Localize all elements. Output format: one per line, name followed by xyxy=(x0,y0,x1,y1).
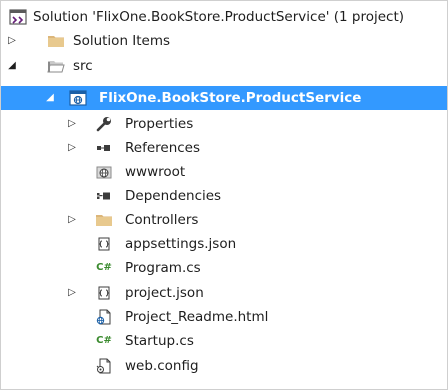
tree-item-label: References xyxy=(125,140,201,156)
expand-arrow-icon[interactable]: ▷ xyxy=(5,29,19,53)
config-file-icon xyxy=(95,357,113,375)
web-project-icon xyxy=(69,89,87,107)
tree-item-label: project.json xyxy=(125,285,204,301)
globe-icon xyxy=(95,163,113,181)
solution-explorer-tree: Solution 'FlixOne.BookStore.ProductServi… xyxy=(0,0,448,390)
csharp-file-icon: C# xyxy=(96,335,112,346)
folder-icon xyxy=(95,211,113,229)
solution-icon xyxy=(9,8,27,26)
expand-arrow-icon[interactable]: ▷ xyxy=(65,112,79,136)
tree-item-label: Dependencies xyxy=(125,188,222,204)
expand-arrow-icon[interactable]: ▷ xyxy=(65,136,79,160)
tree-item-src[interactable]: ◢ src xyxy=(1,54,447,78)
references-icon xyxy=(95,139,113,157)
tree-item-label: Startup.cs xyxy=(125,333,194,349)
tree-item-startup-cs[interactable]: C# Startup.cs xyxy=(1,329,447,353)
tree-item-label: wwwroot xyxy=(125,164,186,180)
tree-item-project-json[interactable]: ▷ project.json xyxy=(1,281,447,305)
tree-item-label: Project_Readme.html xyxy=(125,309,269,325)
tree-item-appsettings-json[interactable]: appsettings.json xyxy=(1,232,447,256)
tree-item-label: web.config xyxy=(125,358,199,374)
tree-item-label: Properties xyxy=(125,116,194,132)
expand-arrow-icon[interactable]: ▷ xyxy=(65,281,79,305)
expand-arrow-icon[interactable]: ▷ xyxy=(65,208,79,232)
tree-item-label: FlixOne.BookStore.ProductService xyxy=(99,90,362,106)
tree-item-label: src xyxy=(73,58,93,74)
collapse-arrow-icon[interactable]: ◢ xyxy=(43,86,57,110)
tree-item-properties[interactable]: ▷ Properties xyxy=(1,112,447,136)
tree-item-program-cs[interactable]: C# Program.cs xyxy=(1,256,447,280)
tree-item-project-readme-html[interactable]: Project_Readme.html xyxy=(1,305,447,329)
tree-item-wwwroot[interactable]: wwwroot xyxy=(1,160,447,184)
tree-item-solution-items[interactable]: ▷ Solution Items xyxy=(1,29,447,53)
folder-open-icon xyxy=(47,57,65,75)
csharp-file-icon: C# xyxy=(96,262,112,273)
tree-item-label: Solution Items xyxy=(73,33,171,49)
collapse-arrow-icon[interactable]: ◢ xyxy=(5,54,19,78)
json-file-icon xyxy=(95,284,113,302)
tree-item-label: Program.cs xyxy=(125,260,201,276)
tree-item-label: Controllers xyxy=(125,212,199,228)
tree-item-controllers[interactable]: ▷ Controllers xyxy=(1,208,447,232)
tree-item-solution[interactable]: Solution 'FlixOne.BookStore.ProductServi… xyxy=(1,5,447,29)
tree-item-project[interactable]: ◢ FlixOne.BookStore.ProductService xyxy=(1,86,447,110)
folder-icon xyxy=(47,32,65,50)
tree-item-references[interactable]: ▷ References xyxy=(1,136,447,160)
solution-label: Solution 'FlixOne.BookStore.ProductServi… xyxy=(33,9,405,25)
tree-item-label: appsettings.json xyxy=(125,236,237,252)
tree-item-dependencies[interactable]: Dependencies xyxy=(1,184,447,208)
json-file-icon xyxy=(95,235,113,253)
wrench-icon xyxy=(95,115,113,133)
tree-item-web-config[interactable]: web.config xyxy=(1,354,447,378)
dependencies-icon xyxy=(95,187,113,205)
html-file-icon xyxy=(95,308,113,326)
